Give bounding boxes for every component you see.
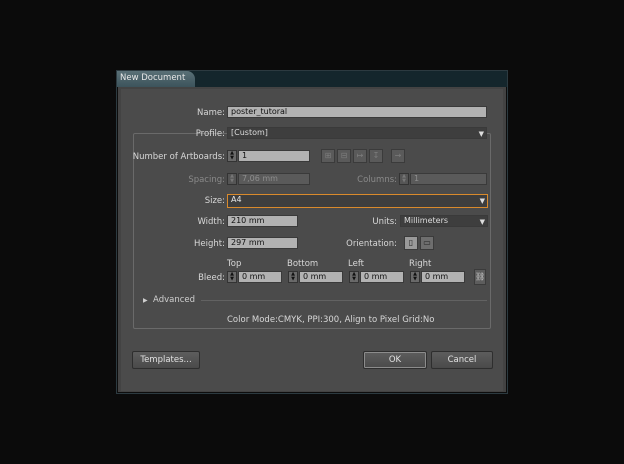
ok-button[interactable]: OK (363, 351, 427, 369)
chevron-down-icon: ▼ (478, 130, 484, 138)
width-label: Width: (197, 217, 225, 227)
profile-value: [Custom] (231, 128, 268, 137)
templates-button[interactable]: Templates... (132, 351, 200, 369)
units-label: Units: (372, 217, 397, 227)
size-value: A4 (231, 195, 242, 204)
spacing-stepper[interactable]: ▲ ▼ (227, 173, 237, 185)
dialog-body: Name: poster_tutoral Profile: [Custom] ▼… (121, 89, 503, 391)
size-label: Size: (204, 196, 225, 206)
profile-label: Profile: (195, 129, 225, 139)
chevron-down-icon: ▼ (479, 197, 485, 205)
advanced-label: Advanced (153, 295, 196, 305)
advanced-toggle[interactable]: ▶ Advanced (143, 295, 195, 305)
chevron-down-icon: ▼ (479, 218, 485, 226)
link-icon[interactable]: ⛓ (474, 269, 486, 285)
cancel-button[interactable]: Cancel (431, 351, 493, 369)
bleed-bottom-input[interactable]: 0 mm (299, 271, 343, 283)
name-label: Name: (197, 108, 225, 118)
height-label: Height: (194, 239, 225, 249)
units-dropdown[interactable]: Millimeters ▼ (400, 215, 488, 227)
bleed-right-input[interactable]: 0 mm (421, 271, 465, 283)
orientation-label: Orientation: (346, 239, 397, 249)
bleed-top-label: Top (227, 259, 242, 269)
artboards-input[interactable]: 1 (238, 150, 310, 162)
spacing-label: Spacing: (188, 175, 225, 185)
bleed-left-input[interactable]: 0 mm (360, 271, 404, 283)
bleed-top-stepper[interactable]: ▲ ▼ (227, 271, 237, 283)
bleed-left-label: Left (348, 259, 364, 269)
bleed-bottom-stepper[interactable]: ▲ ▼ (288, 271, 298, 283)
artboards-stepper[interactable]: ▲ ▼ (227, 150, 237, 162)
spacing-input[interactable]: 7,06 mm (238, 173, 310, 185)
bleed-bottom-label: Bottom (287, 259, 319, 269)
columns-stepper[interactable]: ▲ ▼ (399, 173, 409, 185)
columns-label: Columns: (357, 175, 397, 185)
units-value: Millimeters (404, 216, 449, 225)
document-summary: Color Mode:CMYK, PPI:300, Align to Pixel… (227, 315, 435, 325)
size-dropdown[interactable]: A4 ▼ (227, 194, 488, 208)
portrait-icon[interactable]: ▯ (404, 236, 418, 250)
bleed-left-stepper[interactable]: ▲ ▼ (349, 271, 359, 283)
height-input[interactable]: 297 mm (227, 237, 298, 249)
right-to-left-icon[interactable]: → (391, 149, 405, 163)
advanced-divider (201, 300, 487, 301)
grid-by-row-icon[interactable]: ⊞ (321, 149, 335, 163)
name-input[interactable]: poster_tutoral (227, 106, 487, 118)
arrange-by-column-icon[interactable]: ↧ (369, 149, 383, 163)
dialog-title: New Document (117, 71, 196, 87)
triangle-right-icon: ▶ (143, 297, 148, 304)
width-input[interactable]: 210 mm (227, 215, 298, 227)
columns-input[interactable]: 1 (410, 173, 487, 185)
title-bar[interactable]: New Document (117, 71, 507, 87)
bleed-right-label: Right (409, 259, 432, 269)
arrange-by-row-icon[interactable]: ↦ (353, 149, 367, 163)
artboards-label: Number of Artboards: (132, 152, 225, 162)
landscape-icon[interactable]: ▭ (420, 236, 434, 250)
bleed-label: Bleed: (198, 273, 225, 283)
bleed-right-stepper[interactable]: ▲ ▼ (410, 271, 420, 283)
profile-dropdown[interactable]: [Custom] ▼ (227, 127, 487, 139)
new-document-dialog: New Document Name: poster_tutoral Profil… (116, 70, 508, 394)
bleed-top-input[interactable]: 0 mm (238, 271, 282, 283)
grid-by-column-icon[interactable]: ⊟ (337, 149, 351, 163)
